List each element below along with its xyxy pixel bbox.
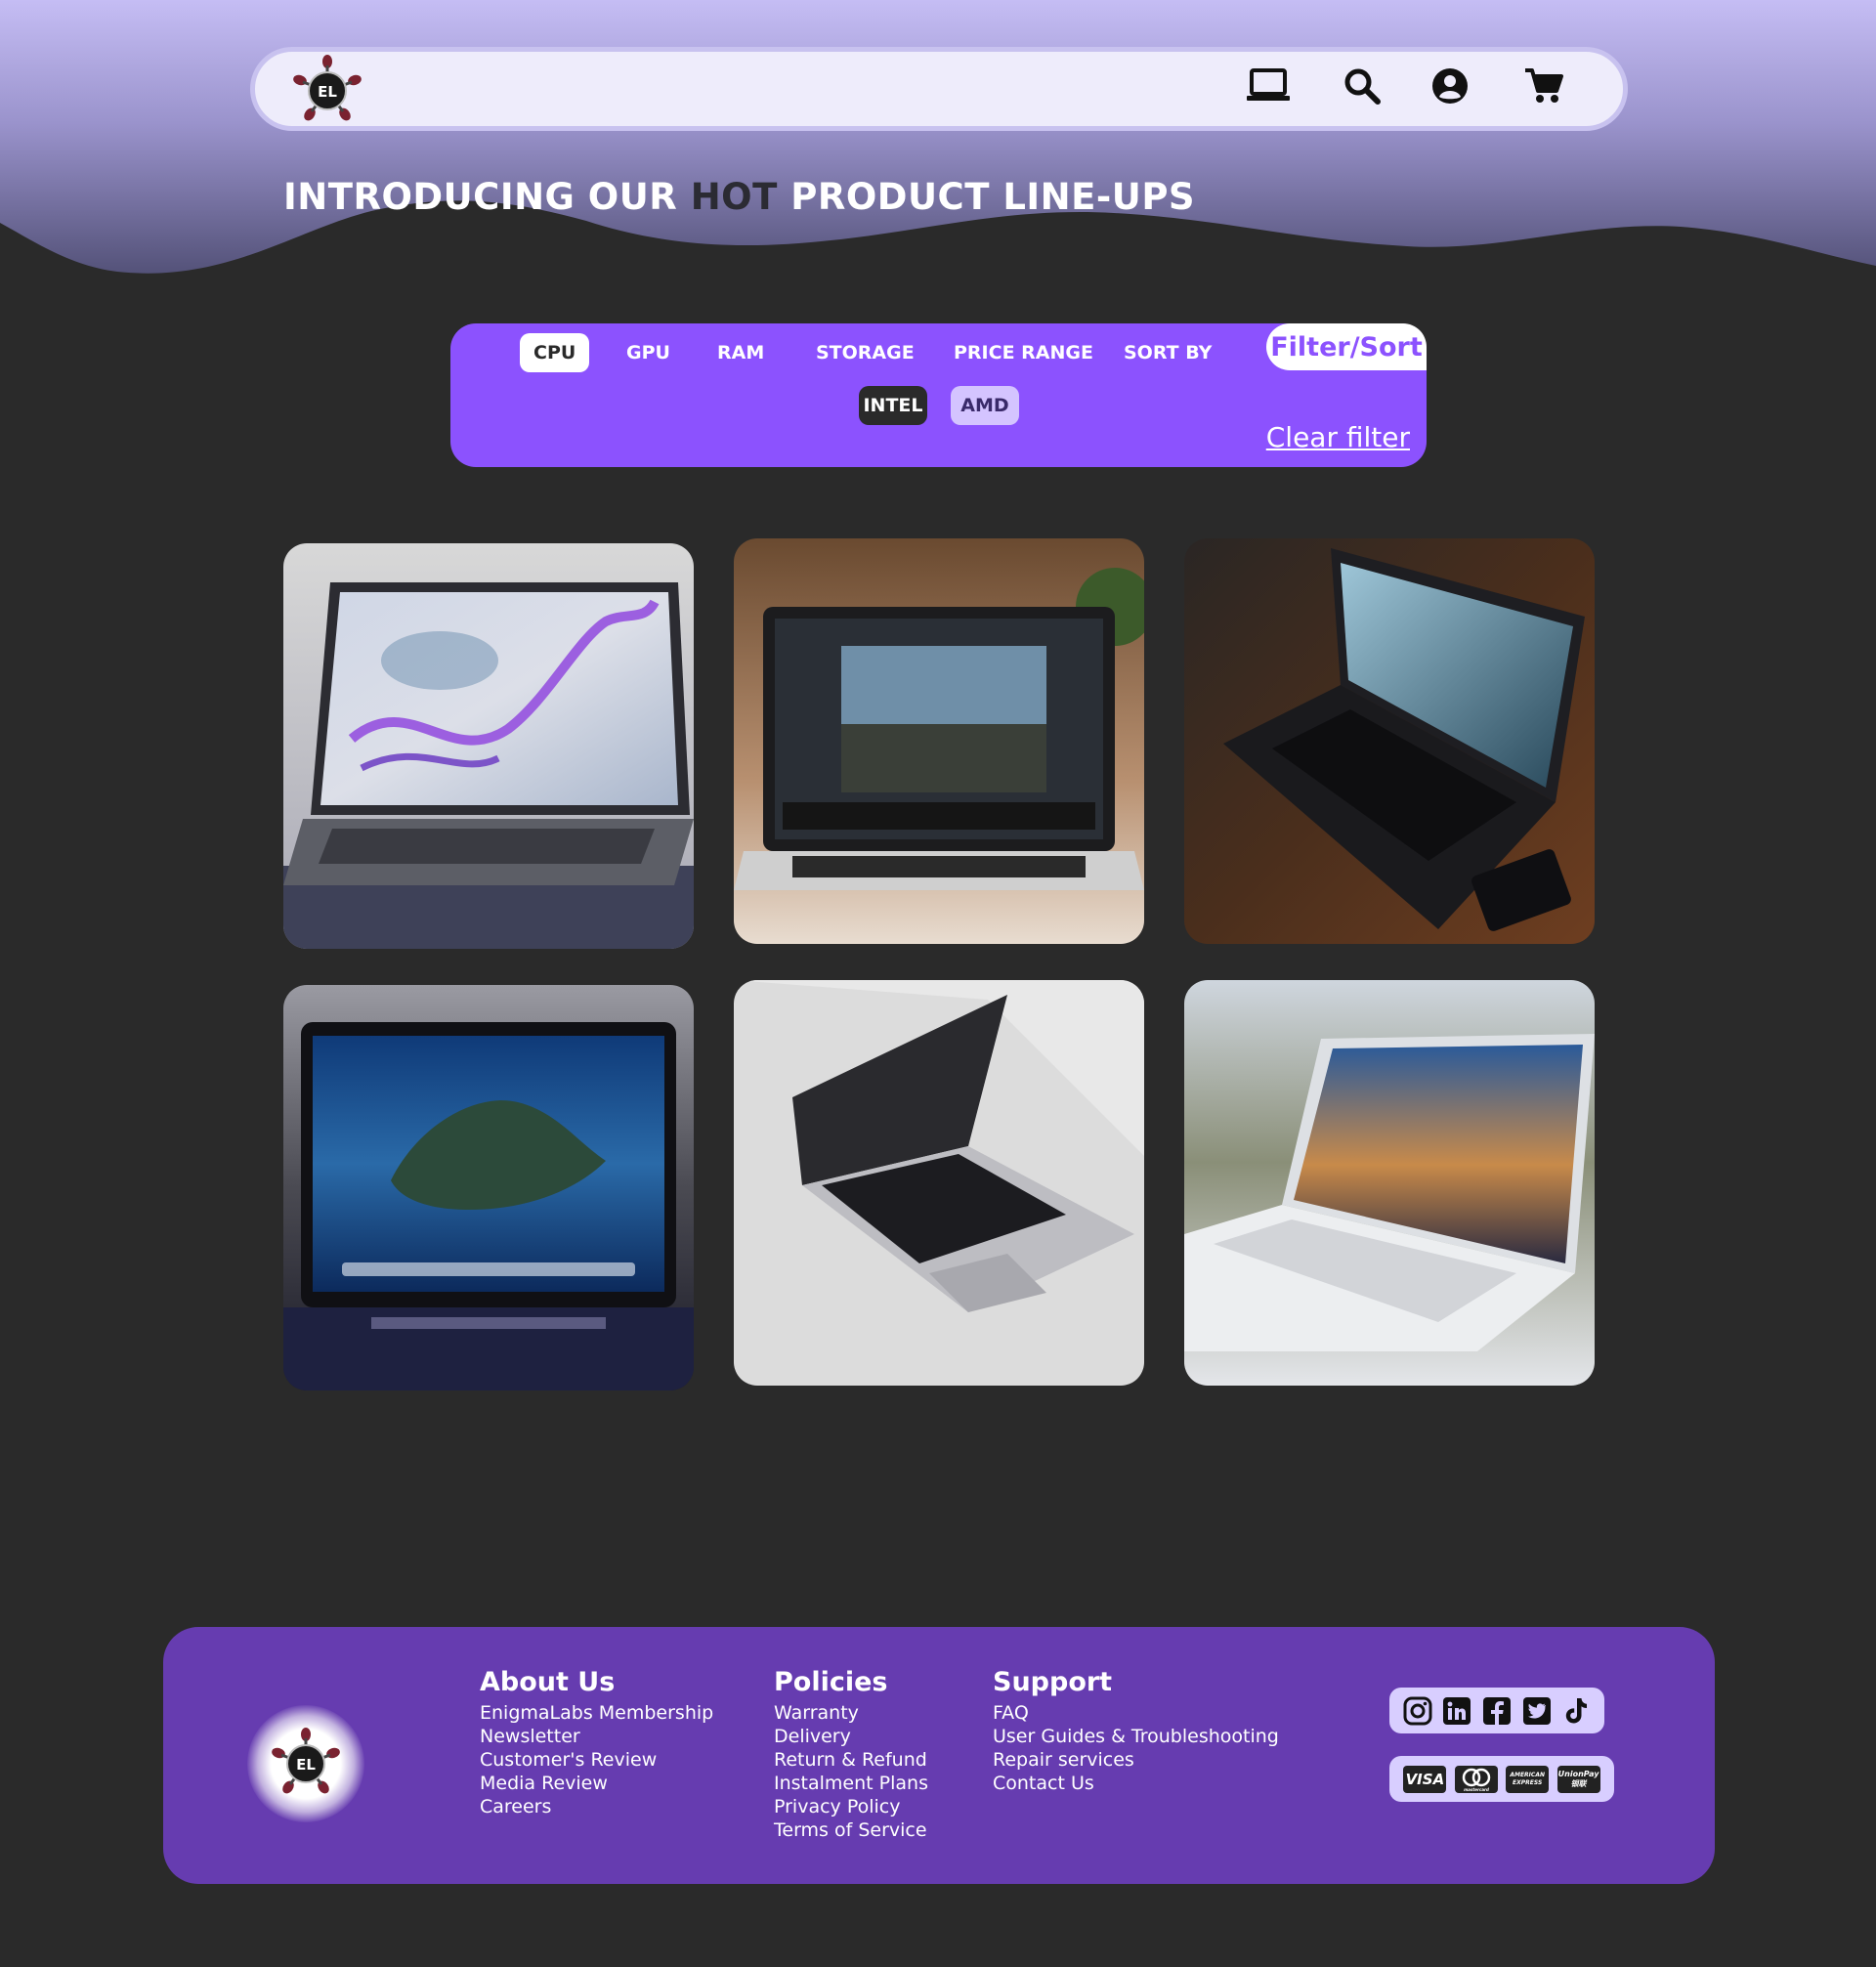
footer-link-warranty[interactable]: Warranty — [774, 1701, 928, 1725]
clear-filter-link[interactable]: Clear filter — [1266, 421, 1410, 453]
option-amd[interactable]: AMD — [951, 386, 1019, 425]
tiktok-icon[interactable] — [1560, 1695, 1592, 1727]
cart-icon[interactable] — [1524, 67, 1569, 112]
product-card[interactable] — [1184, 538, 1595, 944]
product-card[interactable] — [283, 985, 694, 1390]
tab-gpu[interactable]: GPU — [613, 333, 684, 372]
product-card[interactable] — [734, 980, 1144, 1386]
account-icon[interactable] — [1431, 67, 1476, 112]
footer-link-contact[interactable]: Contact Us — [993, 1772, 1279, 1795]
product-card[interactable] — [283, 543, 694, 949]
hero-title: INTRODUCING OUR HOT PRODUCT LINE-UPS — [283, 176, 1196, 218]
facebook-icon[interactable] — [1481, 1695, 1513, 1727]
tab-storage[interactable]: STORAGE — [802, 333, 928, 372]
footer-policies-heading: Policies — [774, 1667, 888, 1697]
hero-title-highlight: HOT — [690, 176, 778, 218]
social-links — [1389, 1688, 1604, 1733]
footer-support-heading: Support — [993, 1667, 1113, 1697]
option-intel[interactable]: INTEL — [859, 386, 927, 425]
footer-link-customer-review[interactable]: Customer's Review — [480, 1748, 713, 1772]
brand-logo[interactable]: EL — [290, 54, 364, 128]
footer-about-column: About Us EnigmaLabs Membership Newslette… — [480, 1666, 713, 1818]
product-image — [283, 985, 694, 1390]
footer-link-return-refund[interactable]: Return & Refund — [774, 1748, 928, 1772]
svg-text:mastercard: mastercard — [1464, 1787, 1489, 1792]
svg-text:EL: EL — [296, 1756, 316, 1774]
product-image — [734, 980, 1144, 1386]
footer-link-membership[interactable]: EnigmaLabs Membership — [480, 1701, 713, 1725]
product-image — [734, 538, 1144, 944]
footer-about-heading: About Us — [480, 1667, 616, 1697]
product-card[interactable] — [734, 538, 1144, 944]
tab-ram[interactable]: RAM — [704, 333, 778, 372]
product-image — [283, 543, 694, 949]
top-navbar: EL — [250, 47, 1628, 131]
product-card[interactable] — [1184, 980, 1595, 1386]
footer-link-user-guides[interactable]: User Guides & Troubleshooting — [993, 1725, 1279, 1748]
search-icon[interactable] — [1343, 67, 1388, 112]
footer-link-privacy[interactable]: Privacy Policy — [774, 1795, 928, 1818]
footer-link-delivery[interactable]: Delivery — [774, 1725, 928, 1748]
visa-card-icon: VISA — [1403, 1765, 1447, 1793]
tab-cpu[interactable]: CPU — [520, 333, 590, 372]
filter-panel: CPU GPU RAM STORAGE PRICE RANGE SORT BY … — [450, 323, 1427, 467]
instagram-icon[interactable] — [1402, 1695, 1433, 1727]
footer-brand-logo[interactable]: EL — [269, 1727, 343, 1801]
mastercard-icon: mastercard — [1454, 1765, 1498, 1793]
footer-link-careers[interactable]: Careers — [480, 1795, 713, 1818]
hero-header: EL INTRODUCING OUR HOT PRODUCT LINE-UPS — [0, 0, 1876, 293]
footer-link-media-review[interactable]: Media Review — [480, 1772, 713, 1795]
tab-sort-by[interactable]: SORT BY — [1110, 333, 1225, 372]
tab-price-range[interactable]: PRICE RANGE — [940, 333, 1107, 372]
footer-support-column: Support FAQ User Guides & Troubleshootin… — [993, 1666, 1279, 1795]
linkedin-icon[interactable] — [1441, 1695, 1472, 1727]
filter-sort-label: Filter/Sort — [1266, 323, 1427, 370]
product-image — [1184, 538, 1595, 944]
twitter-icon[interactable] — [1521, 1695, 1553, 1727]
site-footer: EL About Us EnigmaLabs Membership Newsle… — [163, 1627, 1715, 1884]
footer-link-instalment[interactable]: Instalment Plans — [774, 1772, 928, 1795]
laptop-icon[interactable] — [1247, 67, 1292, 112]
footer-link-terms[interactable]: Terms of Service — [774, 1818, 928, 1842]
footer-link-newsletter[interactable]: Newsletter — [480, 1725, 713, 1748]
svg-text:EL: EL — [318, 83, 337, 101]
unionpay-card-icon: UnionPay 银联 — [1556, 1765, 1600, 1793]
hero-wave-background — [0, 0, 1876, 274]
footer-link-repair[interactable]: Repair services — [993, 1748, 1279, 1772]
product-image — [1184, 980, 1595, 1386]
payment-methods: VISA mastercard AMERICAN EXPRESS UnionPa… — [1389, 1756, 1614, 1802]
footer-link-faq[interactable]: FAQ — [993, 1701, 1279, 1725]
footer-policies-column: Policies Warranty Delivery Return & Refu… — [774, 1666, 928, 1842]
amex-card-icon: AMERICAN EXPRESS — [1506, 1765, 1550, 1793]
